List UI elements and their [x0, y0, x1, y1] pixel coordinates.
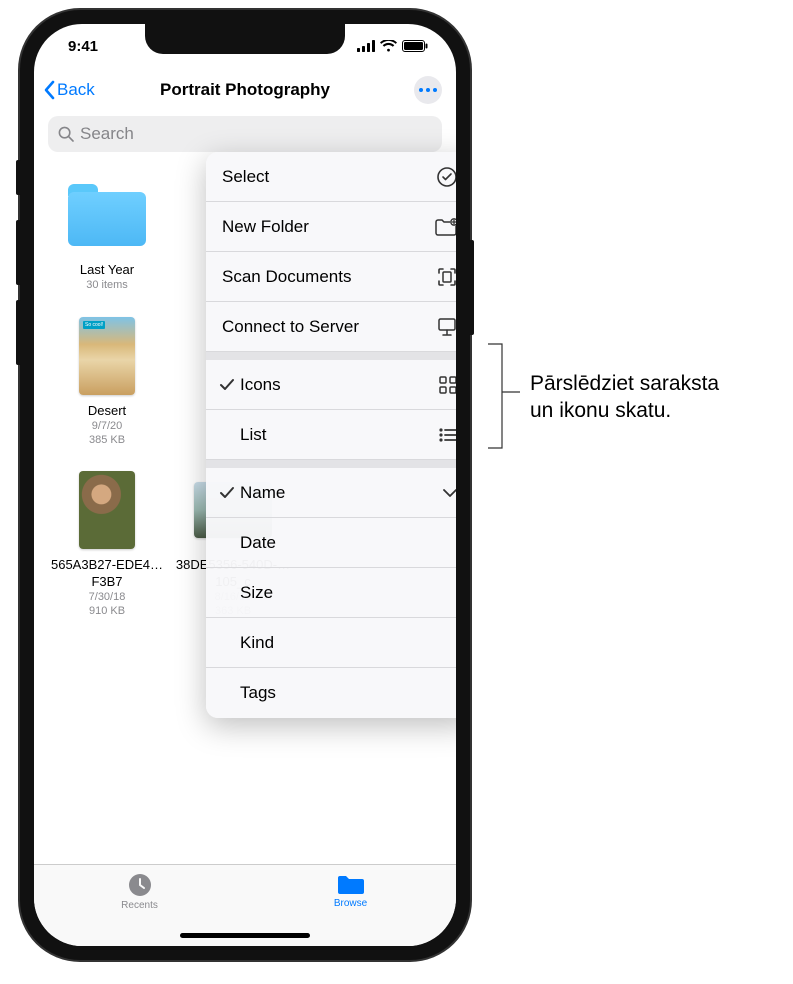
checkmark-icon — [216, 486, 238, 500]
menu-sort-kind[interactable]: Kind — [206, 618, 456, 668]
tile-name: Last Year — [48, 262, 166, 278]
back-label: Back — [57, 80, 95, 100]
photo-thumbnail — [79, 471, 135, 549]
menu-view-list[interactable]: List — [206, 410, 456, 460]
cellular-icon — [357, 40, 375, 52]
callout-line: un ikonu skatu. — [530, 399, 671, 422]
menu-label: Select — [222, 167, 269, 187]
menu-sort-tags[interactable]: Tags — [206, 668, 456, 718]
page-title: Portrait Photography — [160, 80, 330, 100]
volume-down-button — [16, 300, 21, 365]
menu-label: Date — [240, 533, 276, 553]
tile-size: 910 KB — [48, 604, 166, 618]
screen: 9:41 Back Portrait Photography Search — [34, 24, 456, 946]
menu-label: New Folder — [222, 217, 309, 237]
mute-switch — [16, 160, 21, 195]
folder-tile[interactable]: Last Year 30 items — [48, 172, 166, 293]
menu-label: List — [240, 425, 266, 445]
ellipsis-icon — [419, 88, 437, 92]
chevron-left-icon — [42, 80, 56, 100]
menu-connect-server[interactable]: Connect to Server — [206, 302, 456, 352]
phone-frame: 9:41 Back Portrait Photography Search — [20, 10, 470, 960]
menu-sort-name[interactable]: Name — [206, 468, 456, 518]
tile-date: 9/7/20 — [48, 419, 166, 433]
select-circle-icon — [436, 166, 456, 188]
callout-line: Pārslēdziet saraksta — [530, 372, 719, 395]
folder-icon — [336, 872, 366, 896]
server-icon — [436, 316, 456, 338]
menu-label: Tags — [240, 683, 276, 703]
battery-icon — [402, 40, 428, 52]
back-button[interactable]: Back — [42, 80, 95, 100]
search-icon — [58, 126, 74, 142]
tab-label: Browse — [334, 898, 367, 909]
tile-meta: 30 items — [48, 278, 166, 292]
status-time: 9:41 — [68, 38, 98, 55]
menu-label: Connect to Server — [222, 317, 359, 337]
scan-icon — [436, 266, 456, 288]
tile-name: Desert — [48, 403, 166, 419]
tab-label: Recents — [121, 900, 158, 911]
menu-sort-date[interactable]: Date — [206, 518, 456, 568]
callout-bracket — [486, 342, 526, 450]
file-tile[interactable]: So cool! Desert 9/7/20 385 KB — [48, 313, 166, 448]
wifi-icon — [380, 40, 397, 52]
checkmark-icon — [216, 378, 238, 392]
photo-thumbnail: So cool! — [79, 317, 135, 395]
nav-bar: Back Portrait Photography — [34, 68, 456, 112]
folder-icon — [68, 184, 146, 246]
more-button[interactable] — [414, 76, 442, 104]
menu-view-icons[interactable]: Icons — [206, 360, 456, 410]
list-icon — [438, 427, 456, 443]
home-indicator[interactable] — [180, 933, 310, 938]
context-menu: Select New Folder Scan Documents Connect… — [206, 152, 456, 718]
grid-icon — [438, 375, 456, 395]
new-folder-icon — [434, 217, 456, 237]
menu-separator — [206, 460, 456, 468]
menu-separator — [206, 352, 456, 360]
search-placeholder: Search — [80, 124, 134, 144]
menu-label: Size — [240, 583, 273, 603]
notch — [145, 24, 345, 54]
clock-icon — [127, 872, 153, 898]
file-tile[interactable]: 565A3B27-EDE4…F3B7 7/30/18 910 KB — [48, 467, 166, 618]
menu-new-folder[interactable]: New Folder — [206, 202, 456, 252]
menu-select[interactable]: Select — [206, 152, 456, 202]
tile-name: 565A3B27-EDE4…F3B7 — [48, 557, 166, 590]
menu-sort-size[interactable]: Size — [206, 568, 456, 618]
menu-label: Icons — [240, 375, 281, 395]
menu-label: Scan Documents — [222, 267, 351, 287]
menu-label: Name — [240, 483, 285, 503]
tile-date: 7/30/18 — [48, 590, 166, 604]
menu-label: Kind — [240, 633, 274, 653]
callout-text: Pārslēdziet saraksta un ikonu skatu. — [530, 370, 719, 425]
search-input[interactable]: Search — [48, 116, 442, 152]
tile-size: 385 KB — [48, 433, 166, 447]
menu-scan-documents[interactable]: Scan Documents — [206, 252, 456, 302]
volume-up-button — [16, 220, 21, 285]
power-button — [469, 240, 474, 335]
chevron-down-icon — [442, 488, 456, 498]
